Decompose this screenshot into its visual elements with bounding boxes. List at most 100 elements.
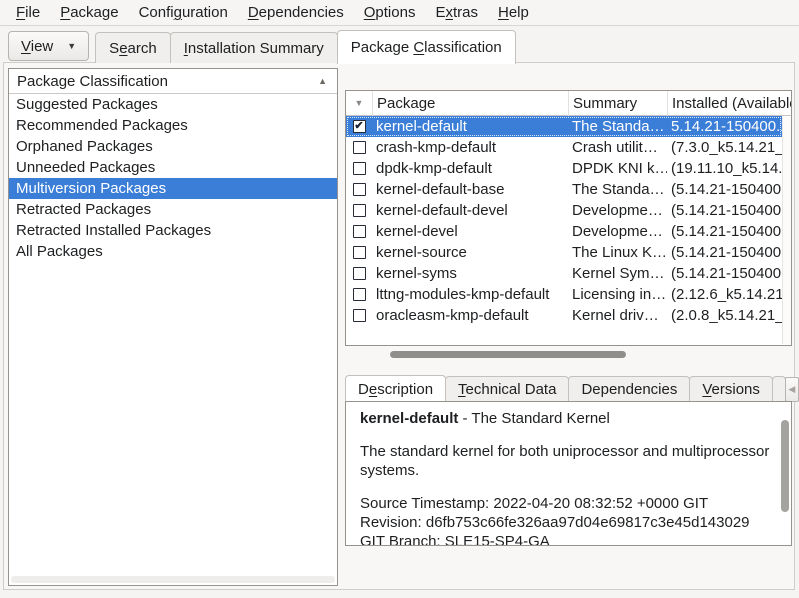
package-checkbox[interactable] (353, 288, 366, 301)
summary-cell: Crash utilit… (568, 137, 667, 158)
table-row[interactable]: lttng-modules-kmp-default Licensing in… … (346, 284, 782, 305)
summary-cell: DPDK KNI k… (568, 158, 667, 179)
menu-label-accel: O (364, 4, 376, 21)
tab-search[interactable]: Search (95, 32, 171, 63)
tab-technical-data[interactable]: Technical Data (445, 376, 569, 402)
classification-item-unneeded[interactable]: Unneeded Packages (9, 157, 337, 178)
classification-item-retracted-installed[interactable]: Retracted Installed Packages (9, 220, 337, 241)
description-meta: Source Timestamp: 2022-04-20 08:32:52 +0… (360, 494, 771, 546)
tab-label: Package Classification (351, 39, 502, 56)
tab-label: Search (109, 40, 157, 57)
table-row[interactable]: kernel-default-base The Standa… (5.14.21… (346, 179, 782, 200)
package-checkbox[interactable] (353, 246, 366, 259)
status-column-header[interactable]: ▼ (346, 91, 372, 116)
package-checkbox[interactable] (353, 309, 366, 322)
horizontal-scrollbar-thumb[interactable] (390, 351, 626, 358)
label-part: ersions (712, 381, 760, 398)
menu-file[interactable]: File (6, 2, 50, 23)
menu-configuration[interactable]: Configuration (129, 2, 238, 23)
package-checkbox[interactable] (353, 183, 366, 196)
classification-item-retracted[interactable]: Retracted Packages (9, 199, 337, 220)
description-title: kernel-default - The Standard Kernel (360, 409, 771, 428)
summary-cell: Kernel Sym… (568, 263, 667, 284)
package-checkbox[interactable] (353, 120, 366, 133)
scroll-left-icon: ◀ (788, 384, 795, 395)
table-row[interactable]: kernel-devel Developme… (5.14.21-150400.… (346, 221, 782, 242)
tab-dependencies[interactable]: Dependencies (568, 376, 690, 402)
tab-file-list[interactable]: File (772, 376, 786, 402)
description-scrollbar-track[interactable] (780, 403, 790, 544)
table-horizontal-scrollbar[interactable] (345, 351, 792, 359)
table-row[interactable]: dpdk-kmp-default DPDK KNI k… (19.11.10_k… (346, 158, 782, 179)
installed-cell: (2.12.6_k5.14.21_15 (667, 284, 782, 305)
table-row[interactable]: oracleasm-kmp-default Kernel driv… (2.0.… (346, 305, 782, 326)
menu-dependencies[interactable]: Dependencies (238, 2, 354, 23)
tab-package-classification[interactable]: Package Classification (337, 30, 516, 64)
vertical-scrollbar-track[interactable] (782, 117, 791, 344)
summary-column-header[interactable]: Summary (568, 91, 667, 116)
menu-options[interactable]: Options (354, 2, 426, 23)
description-scrollbar-thumb[interactable] (781, 420, 789, 512)
menu-help[interactable]: Help (488, 2, 539, 23)
classification-item-all[interactable]: All Packages (9, 241, 337, 262)
table-row[interactable]: crash-kmp-default Crash utilit… (7.3.0_k… (346, 137, 782, 158)
package-name-cell: oracleasm-kmp-default (372, 305, 568, 326)
menu-label-part: ile (25, 4, 40, 21)
horizontal-scrollbar-track[interactable] (11, 576, 335, 583)
package-checkbox[interactable] (353, 162, 366, 175)
package-checkbox[interactable] (353, 141, 366, 154)
package-checkbox[interactable] (353, 267, 366, 280)
label-accel: C (413, 39, 424, 56)
tab-installation-summary[interactable]: Installation Summary (170, 32, 338, 63)
menu-label-accel: D (248, 4, 259, 21)
tab-versions[interactable]: Versions (689, 376, 773, 402)
tab-label: Versions (702, 381, 760, 398)
checkbox-cell (346, 225, 372, 238)
menu-label-part: Confi (139, 4, 174, 21)
checkbox-cell (346, 162, 372, 175)
package-checkbox[interactable] (353, 204, 366, 217)
package-name: kernel-default (360, 410, 458, 427)
checkbox-cell (346, 288, 372, 301)
table-row[interactable]: kernel-syms Kernel Sym… (5.14.21-150400.… (346, 263, 782, 284)
label-part: iew (31, 38, 54, 55)
table-row[interactable]: kernel-source The Linux K… (5.14.21-1504… (346, 242, 782, 263)
classification-column-header[interactable]: Package Classification ▲ (9, 69, 337, 94)
tab-scroll-left-button[interactable]: ◀ (785, 377, 799, 402)
menu-package[interactable]: Package (50, 2, 128, 23)
checkbox-cell (346, 183, 372, 196)
summary-cell: Developme… (568, 221, 667, 242)
label-part: scription (377, 381, 433, 398)
label-part: nstallation Summary (188, 40, 324, 57)
summary-cell: Licensing in… (568, 284, 667, 305)
package-checkbox[interactable] (353, 225, 366, 238)
label-part: lassification (424, 39, 502, 56)
table-row[interactable]: kernel-default The Standa… 5.14.21-15040… (346, 116, 782, 137)
installed-cell: (5.14.21-150400.19 (667, 179, 782, 200)
label-part: V (21, 38, 31, 55)
package-name-cell: kernel-default (372, 116, 568, 137)
package-name-cell: lttng-modules-kmp-default (372, 284, 568, 305)
package-name-cell: crash-kmp-default (372, 137, 568, 158)
classification-item-multiversion[interactable]: Multiversion Packages (9, 178, 337, 199)
checkbox-cell (346, 204, 372, 217)
menu-label-accel: x (445, 4, 453, 21)
summary-cell: Kernel driv… (568, 305, 667, 326)
installed-column-header[interactable]: Installed (Available (667, 91, 791, 116)
table-body: kernel-default The Standa… 5.14.21-15040… (346, 116, 782, 326)
package-column-header[interactable]: Package (372, 91, 568, 116)
menu-label-part: E (435, 4, 445, 21)
sort-descending-icon: ▼ (355, 98, 364, 108)
installed-cell: 5.14.21-150400.19 (667, 116, 782, 137)
label-part: Dependencies (581, 381, 677, 398)
detail-tabs: Description Technical Data Dependencies … (345, 375, 792, 402)
classification-item-orphaned[interactable]: Orphaned Packages (9, 136, 337, 157)
classification-item-recommended[interactable]: Recommended Packages (9, 115, 337, 136)
description-body: The standard kernel for both uniprocesso… (360, 442, 771, 480)
view-button[interactable]: View ▼ (8, 31, 89, 61)
menu-extras[interactable]: Extras (425, 2, 488, 23)
tab-description[interactable]: Description (345, 375, 446, 403)
label-accel: e (119, 40, 127, 57)
classification-item-suggested[interactable]: Suggested Packages (9, 94, 337, 115)
table-row[interactable]: kernel-default-devel Developme… (5.14.21… (346, 200, 782, 221)
